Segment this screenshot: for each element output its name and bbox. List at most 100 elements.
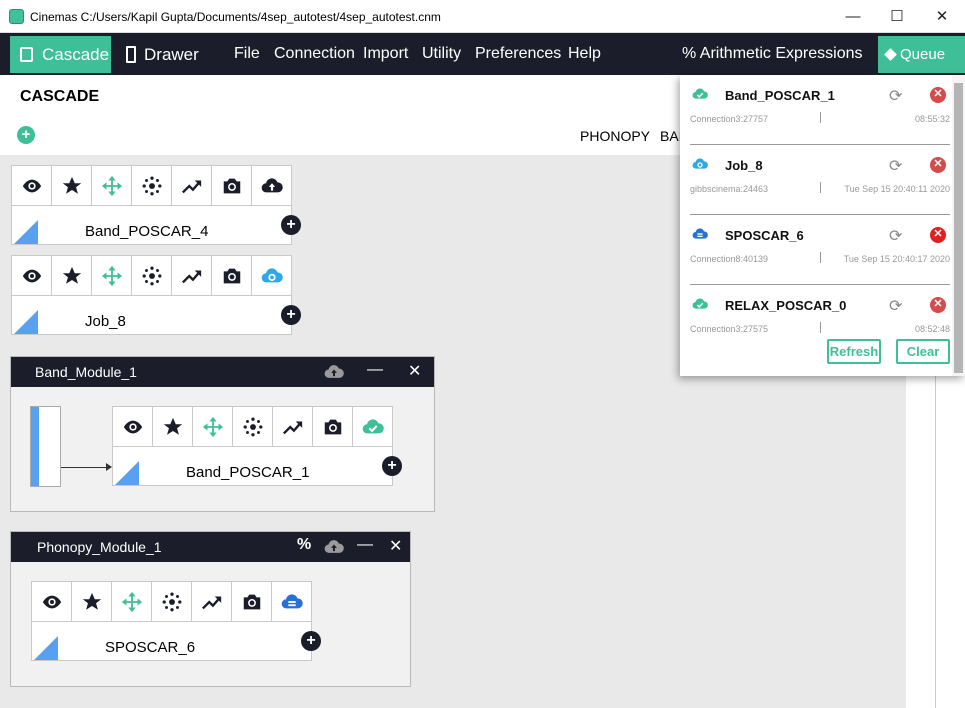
- plot-button[interactable]: [172, 256, 212, 296]
- job-toolbar: [12, 256, 292, 296]
- menu-help[interactable]: Help: [568, 45, 601, 63]
- delete-icon[interactable]: ✕: [930, 227, 946, 243]
- queue-item[interactable]: Job_8 ⟳ ✕ gibbscinema:24463 Tue Sep 15 2…: [690, 145, 950, 215]
- favorite-button[interactable]: [52, 166, 92, 206]
- clear-button[interactable]: Clear: [896, 339, 950, 364]
- job-card[interactable]: Band_POSCAR_1: [112, 406, 393, 486]
- snapshot-button[interactable]: [212, 166, 252, 206]
- move-icon: [202, 416, 224, 438]
- structure-button[interactable]: [152, 582, 192, 622]
- structure-button[interactable]: [132, 256, 172, 296]
- menu-preferences[interactable]: Preferences: [475, 45, 561, 63]
- structure-button[interactable]: [233, 407, 273, 447]
- add-child-button[interactable]: +: [301, 631, 321, 651]
- close-window-button[interactable]: ✕: [928, 6, 956, 28]
- view-button[interactable]: [12, 166, 52, 206]
- module-close-button[interactable]: ✕: [408, 361, 421, 381]
- sync-icon[interactable]: ⟳: [889, 156, 902, 176]
- status-button[interactable]: [252, 166, 292, 206]
- drawer-tab-label: Drawer: [144, 45, 199, 64]
- snapshot-button[interactable]: [232, 582, 272, 622]
- view-button[interactable]: [32, 582, 72, 622]
- favorite-button[interactable]: [72, 582, 112, 622]
- refresh-button[interactable]: Refresh: [827, 339, 881, 364]
- snapshot-button[interactable]: [212, 256, 252, 296]
- queue-time: Tue Sep 15 20:40:11 2020: [844, 184, 950, 194]
- cloud-server-icon: [690, 226, 710, 242]
- menu-import[interactable]: Import: [363, 45, 408, 63]
- eye-icon: [122, 416, 144, 438]
- sync-icon[interactable]: ⟳: [889, 226, 902, 246]
- queue-button[interactable]: Queue: [878, 36, 965, 73]
- structure-button[interactable]: [132, 166, 172, 206]
- minimize-button[interactable]: —: [839, 6, 867, 28]
- job-card[interactable]: Job_8: [11, 255, 292, 335]
- module-input-node[interactable]: [30, 406, 61, 487]
- module-minimize-button[interactable]: —: [357, 536, 373, 554]
- corner-triangle: [14, 310, 38, 334]
- menu-connection[interactable]: Connection: [274, 45, 355, 63]
- cascade-tab-label: Cascade: [42, 45, 110, 64]
- queue-item[interactable]: Band_POSCAR_1 ⟳ ✕ Connection3:27757 08:5…: [690, 75, 950, 145]
- maximize-button[interactable]: ☐: [883, 6, 911, 28]
- window-title: Cinemas C:/Users/Kapil Gupta/Documents/4…: [30, 10, 441, 24]
- job-card[interactable]: SPOSCAR_6: [31, 581, 312, 661]
- tab-phonopy[interactable]: PHONOPY: [580, 128, 650, 144]
- eye-icon: [21, 265, 43, 287]
- module-panel[interactable]: Band_Module_1 — ✕ Band_POSCAR_1 +: [10, 356, 435, 512]
- node-bar: [31, 407, 39, 486]
- add-button[interactable]: +: [17, 126, 35, 144]
- divider: [820, 322, 821, 333]
- star-icon: [81, 591, 103, 613]
- sync-icon[interactable]: ⟳: [889, 296, 902, 316]
- module-close-button[interactable]: ✕: [389, 536, 402, 556]
- queue-scrollbar[interactable]: [952, 75, 965, 376]
- atom-icon: [141, 265, 163, 287]
- module-panel[interactable]: Phonopy_Module_1 % — ✕ SPOSCAR_6 +: [10, 531, 411, 687]
- drawer-tab[interactable]: Drawer: [122, 36, 199, 73]
- status-button[interactable]: [252, 256, 292, 296]
- queue-job-name: Band_POSCAR_1: [725, 88, 835, 103]
- star-icon: [61, 175, 83, 197]
- move-button[interactable]: [112, 582, 152, 622]
- plot-button[interactable]: [273, 407, 313, 447]
- cascade-icon: [20, 47, 33, 62]
- sync-icon[interactable]: ⟳: [889, 86, 902, 106]
- cascade-tab[interactable]: Cascade: [10, 36, 111, 73]
- queue-item[interactable]: RELAX_POSCAR_0 ⟳ ✕ Connection3:27575 08:…: [690, 285, 950, 337]
- queue-item[interactable]: SPOSCAR_6 ⟳ ✕ Connection8:40139 Tue Sep …: [690, 215, 950, 285]
- delete-icon[interactable]: ✕: [930, 297, 946, 313]
- percent-icon[interactable]: %: [297, 536, 311, 554]
- status-button[interactable]: [272, 582, 312, 622]
- view-button[interactable]: [113, 407, 153, 447]
- scrollbar-thumb[interactable]: [954, 83, 963, 373]
- move-button[interactable]: [92, 166, 132, 206]
- move-button[interactable]: [92, 256, 132, 296]
- queue-time: Tue Sep 15 20:40:17 2020: [843, 254, 950, 264]
- menu-file[interactable]: File: [234, 45, 260, 63]
- favorite-button[interactable]: [153, 407, 193, 447]
- delete-icon[interactable]: ✕: [930, 157, 946, 173]
- move-button[interactable]: [193, 407, 233, 447]
- cloud-upload-icon[interactable]: [323, 362, 345, 382]
- plot-button[interactable]: [172, 166, 212, 206]
- cloud-upload-icon[interactable]: [323, 537, 345, 557]
- job-card[interactable]: Band_POSCAR_4: [11, 165, 292, 245]
- add-child-button[interactable]: +: [382, 456, 402, 476]
- snapshot-button[interactable]: [313, 407, 353, 447]
- arithmetic-expressions-button[interactable]: % Arithmetic Expressions: [682, 45, 863, 63]
- module-minimize-button[interactable]: —: [367, 361, 383, 379]
- plot-button[interactable]: [192, 582, 232, 622]
- connector-line: [61, 467, 111, 468]
- cloud-gear-icon: [261, 265, 283, 287]
- add-child-button[interactable]: +: [281, 305, 301, 325]
- status-button[interactable]: [353, 407, 393, 447]
- favorite-button[interactable]: [52, 256, 92, 296]
- layers-icon: [884, 48, 897, 61]
- cloud-check-icon: [690, 86, 710, 102]
- delete-icon[interactable]: ✕: [930, 87, 946, 103]
- add-child-button[interactable]: +: [281, 215, 301, 235]
- menu-utility[interactable]: Utility: [422, 45, 461, 63]
- view-button[interactable]: [12, 256, 52, 296]
- job-name: SPOSCAR_6: [105, 639, 196, 656]
